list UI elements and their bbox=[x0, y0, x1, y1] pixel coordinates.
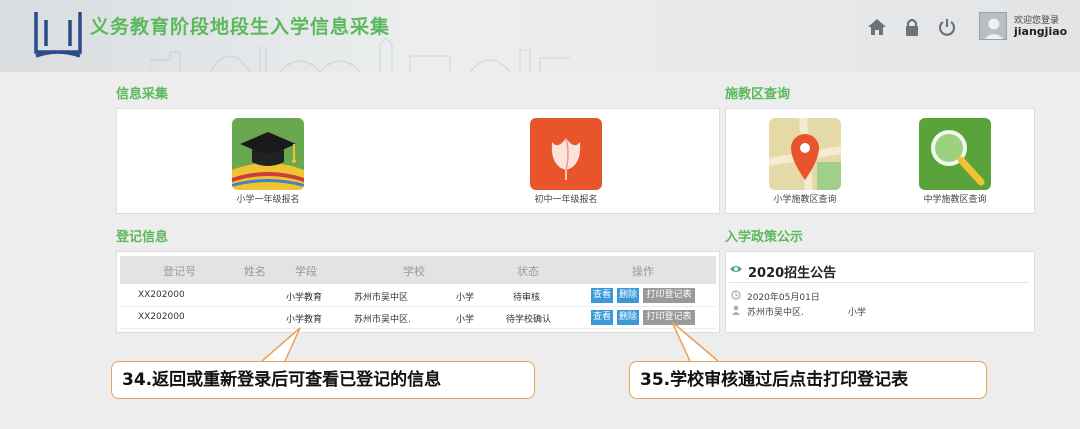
primary-enroll-label[interactable]: 小学一年级报名 bbox=[232, 192, 304, 205]
eye-icon bbox=[730, 266, 742, 272]
col-stage: 学段 bbox=[295, 265, 317, 278]
magnifier-icon[interactable] bbox=[919, 118, 991, 190]
user-icon bbox=[984, 18, 1004, 39]
col-status: 状态 bbox=[517, 265, 539, 278]
col-actions: 操作 bbox=[632, 265, 654, 278]
clock-icon bbox=[731, 290, 741, 300]
cell-status: 待学校确认 bbox=[506, 315, 552, 325]
print-form-button[interactable]: 打印登记表 bbox=[643, 288, 695, 303]
cell-school: 苏州市吴中区. bbox=[354, 315, 411, 325]
table-row: XX202000 小学教育 苏州市吴中区. 小学 待学校确认 查看 删除 打印登… bbox=[120, 308, 716, 329]
graduation-cap-icon[interactable] bbox=[232, 118, 304, 190]
notice-title[interactable]: 2020招生公告 bbox=[748, 262, 836, 281]
cell-reg-no: XX202000 bbox=[138, 290, 185, 300]
tulip-icon[interactable] bbox=[530, 118, 602, 190]
view-button[interactable]: 查看 bbox=[591, 310, 613, 325]
col-name: 姓名 bbox=[244, 265, 266, 278]
policy-section-title: 入学政策公示 bbox=[725, 230, 804, 245]
notice-date: 2020年05月01日 bbox=[747, 293, 820, 303]
callout-view-registration: 34.返回或重新登录后可查看已登记的信息 bbox=[111, 361, 535, 399]
site-title: 义务教育阶段地段生入学信息采集 bbox=[90, 16, 391, 38]
info-collection-title: 信息采集 bbox=[116, 87, 169, 102]
avatar[interactable] bbox=[979, 12, 1007, 40]
table-row: XX202000 小学教育 苏州市吴中区 小学 待审核 查看 删除 打印登记表 bbox=[120, 286, 716, 307]
registration-title: 登记信息 bbox=[116, 230, 169, 245]
primary-district-label[interactable]: 小学施教区查询 bbox=[766, 192, 844, 205]
delete-button[interactable]: 删除 bbox=[617, 310, 639, 325]
view-button[interactable]: 查看 bbox=[591, 288, 613, 303]
site-logo bbox=[34, 12, 82, 58]
home-icon[interactable] bbox=[866, 16, 888, 38]
notice-district: 苏州市吴中区. bbox=[747, 308, 804, 318]
power-icon[interactable] bbox=[936, 16, 958, 38]
registration-table-header: 登记号 姓名 学段 学校 状态 操作 bbox=[120, 256, 716, 284]
callout-print-form: 35.学校审核通过后点击打印登记表 bbox=[629, 361, 987, 399]
username: jiangjiao bbox=[1014, 25, 1068, 38]
cell-school-type: 小学 bbox=[456, 293, 475, 303]
cell-stage: 小学教育 bbox=[286, 315, 323, 325]
cell-reg-no: XX202000 bbox=[138, 312, 185, 322]
junior-enroll-label[interactable]: 初中一年级报名 bbox=[530, 192, 602, 205]
cell-school-type: 小学 bbox=[456, 315, 475, 325]
divider bbox=[729, 282, 1029, 283]
lock-icon[interactable] bbox=[901, 16, 923, 38]
cell-status: 待审核 bbox=[513, 293, 541, 303]
print-form-button[interactable]: 打印登记表 bbox=[643, 310, 695, 325]
info-collection-panel bbox=[116, 108, 720, 214]
col-reg-no: 登记号 bbox=[163, 265, 196, 278]
middle-district-label[interactable]: 中学施教区查询 bbox=[916, 192, 994, 205]
delete-button[interactable]: 删除 bbox=[617, 288, 639, 303]
col-school: 学校 bbox=[403, 265, 425, 278]
user-icon bbox=[732, 305, 740, 315]
district-query-title: 施教区查询 bbox=[725, 87, 791, 102]
cell-stage: 小学教育 bbox=[286, 293, 323, 303]
cell-school: 苏州市吴中区 bbox=[354, 293, 409, 303]
notice-school-type: 小学 bbox=[848, 308, 867, 318]
map-pin-icon[interactable] bbox=[769, 118, 841, 190]
top-header: 义务教育阶段地段生入学信息采集 欢迎您登录 jiangjiao bbox=[0, 0, 1080, 72]
